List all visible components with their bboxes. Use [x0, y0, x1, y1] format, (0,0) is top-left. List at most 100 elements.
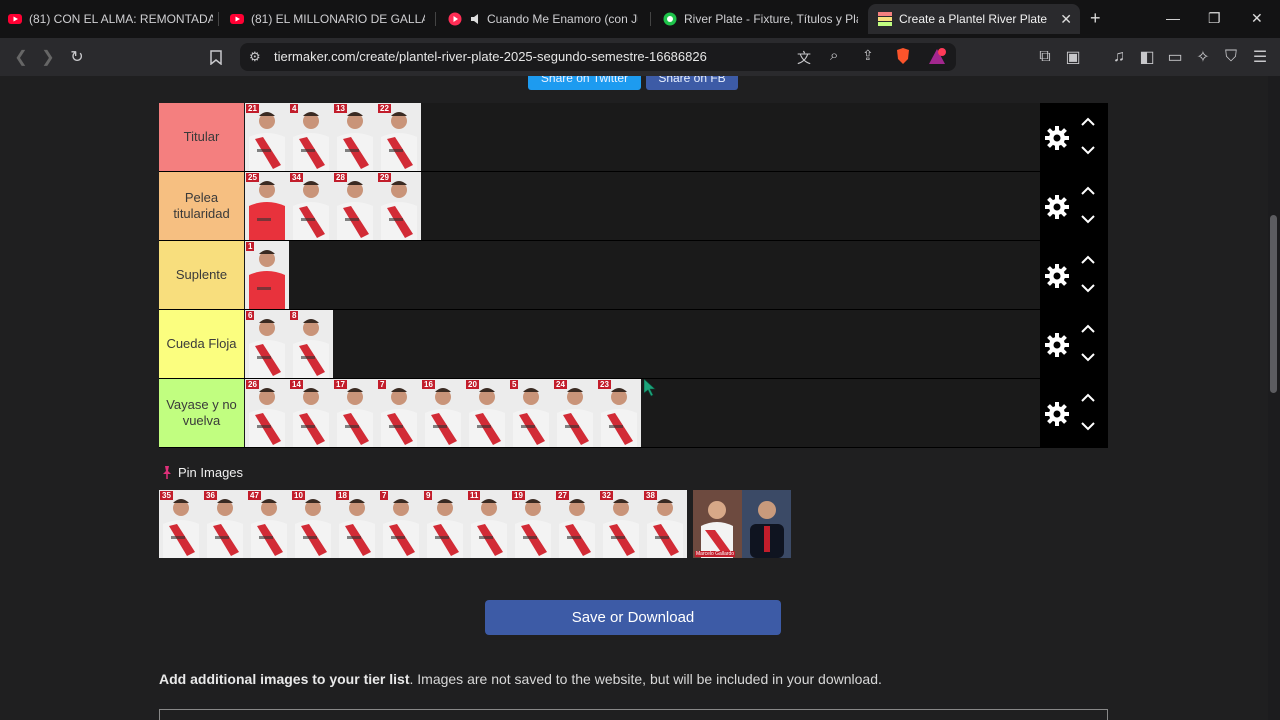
forward-icon[interactable]: ❯ [37, 46, 59, 68]
move-up-icon[interactable] [1080, 186, 1096, 196]
menu-icon[interactable]: ☰ [1249, 46, 1271, 68]
player-card[interactable]: 18 [335, 490, 379, 558]
player-card[interactable]: 1 [245, 241, 289, 309]
move-down-icon[interactable] [1080, 352, 1096, 362]
speaker-icon[interactable] [469, 12, 483, 26]
player-card[interactable]: 38 [643, 490, 687, 558]
move-down-icon[interactable] [1080, 283, 1096, 293]
scrollbar-track[interactable] [1268, 76, 1280, 720]
tier-label[interactable]: Titular [159, 103, 244, 171]
player-card[interactable]: 23 [597, 379, 641, 447]
player-card[interactable]: 7 [377, 379, 421, 447]
save-download-button[interactable]: Save or Download [485, 600, 781, 635]
player-card[interactable]: 7 [379, 490, 423, 558]
player-card[interactable]: 27 [555, 490, 599, 558]
player-number: 19 [512, 491, 525, 500]
player-card[interactable]: 13 [333, 103, 377, 171]
restore-icon[interactable]: ❐ [1208, 10, 1221, 27]
address-bar[interactable]: ⚙ tiermaker.com/create/plantel-river-pla… [240, 43, 956, 71]
tab-river-plate[interactable]: River Plate - Fixture, Títulos y Plan [663, 4, 858, 34]
gear-icon[interactable] [1044, 401, 1070, 427]
player-card[interactable]: 8 [289, 310, 333, 378]
new-tab-button[interactable]: + [1090, 8, 1101, 29]
tier-row: Cueda Floja 6 8 [159, 310, 1108, 379]
player-card[interactable]: 6 [245, 310, 289, 378]
scrollbar-thumb[interactable] [1270, 215, 1277, 393]
brave-shield-icon[interactable] [895, 48, 911, 70]
player-card[interactable]: 29 [377, 172, 421, 240]
gear-icon[interactable] [1044, 263, 1070, 289]
player-card[interactable]: 10 [291, 490, 335, 558]
pin-images-label[interactable]: Pin Images [178, 465, 243, 480]
player-card[interactable]: 14 [289, 379, 333, 447]
player-card[interactable]: 11 [467, 490, 511, 558]
tier-row: Suplente 1 [159, 241, 1108, 310]
tier-label[interactable]: Vayase y no vuelva [159, 379, 244, 447]
player-card[interactable]: 17 [333, 379, 377, 447]
player-card[interactable]: 26 [245, 379, 289, 447]
pin-icon[interactable] [161, 465, 173, 484]
wallet-icon[interactable]: ▭ [1164, 46, 1186, 68]
translate-icon[interactable]: 文 [797, 48, 811, 68]
move-down-icon[interactable] [1080, 145, 1096, 155]
move-down-icon[interactable] [1080, 214, 1096, 224]
move-up-icon[interactable] [1080, 324, 1096, 334]
gear-icon[interactable] [1044, 332, 1070, 358]
globe-icon [663, 12, 677, 26]
player-card[interactable]: 35 [159, 490, 203, 558]
player-card[interactable]: 34 [289, 172, 333, 240]
player-card[interactable]: 28 [333, 172, 377, 240]
player-card[interactable]: 24 [553, 379, 597, 447]
tab-music[interactable]: Cuando Me Enamoro (con Jua [448, 4, 638, 34]
tab-tiermaker[interactable]: Create a Plantel River Plate 20 ✕ [868, 4, 1080, 34]
share-twitter-button[interactable]: Share on Twitter [528, 76, 641, 90]
player-card[interactable]: 21 [245, 103, 289, 171]
player-card[interactable]: 20 [465, 379, 509, 447]
move-down-icon[interactable] [1080, 421, 1096, 431]
ai-icon[interactable]: ✧ [1192, 46, 1214, 68]
share-facebook-button[interactable]: Share on FB [646, 76, 738, 90]
bookmark-icon[interactable] [205, 46, 227, 68]
back-icon[interactable]: ❮ [10, 46, 32, 68]
player-card[interactable]: 25 [245, 172, 289, 240]
leo-icon[interactable]: ▣ [1062, 46, 1084, 68]
player-card[interactable]: 47 [247, 490, 291, 558]
tier-label[interactable]: Suplente [159, 241, 244, 309]
tab-youtube-1[interactable]: (81) CON EL ALMA: REMONTADA [8, 4, 213, 34]
share-icon[interactable]: ⇪ [862, 47, 874, 64]
close-tab-icon[interactable]: ✕ [1060, 11, 1072, 28]
player-card[interactable]: 36 [203, 490, 247, 558]
player-number: 22 [378, 104, 391, 113]
player-card[interactable]: 5 [509, 379, 553, 447]
player-card[interactable]: 16 [421, 379, 465, 447]
player-card[interactable]: 4 [289, 103, 333, 171]
player-card[interactable]: 9 [423, 490, 467, 558]
extensions-icon[interactable]: ⧉ [1034, 46, 1056, 68]
upload-box[interactable] [159, 709, 1108, 720]
player-card[interactable]: 22 [377, 103, 421, 171]
player-card[interactable]: Marcelo Gallardo [693, 490, 742, 558]
sidebar-icon[interactable]: ◧ [1136, 46, 1158, 68]
move-up-icon[interactable] [1080, 255, 1096, 265]
tier-label[interactable]: Cueda Floja [159, 310, 244, 378]
tab-bar: (81) CON EL ALMA: REMONTADA (81) EL MILL… [0, 0, 1280, 38]
tab-youtube-2[interactable]: (81) EL MILLONARIO DE GALLARDO [230, 4, 425, 34]
vpn-icon[interactable]: ⛉ [1220, 46, 1242, 68]
reload-icon[interactable]: ↻ [66, 46, 88, 68]
gear-icon[interactable] [1044, 125, 1070, 151]
brave-rewards-icon[interactable] [928, 48, 946, 70]
player-card[interactable] [742, 490, 791, 558]
player-number: 26 [246, 380, 259, 389]
move-up-icon[interactable] [1080, 117, 1096, 127]
move-up-icon[interactable] [1080, 393, 1096, 403]
zoom-icon[interactable]: ⌕ [830, 47, 838, 64]
gear-icon[interactable] [1044, 194, 1070, 220]
close-window-icon[interactable]: ✕ [1251, 10, 1263, 27]
minimize-icon[interactable]: — [1166, 10, 1180, 26]
tier-label[interactable]: Pelea titularidad [159, 172, 244, 240]
player-number: 17 [334, 380, 347, 389]
player-card[interactable]: 32 [599, 490, 643, 558]
player-card[interactable]: 19 [511, 490, 555, 558]
media-icon[interactable]: ♫ [1108, 46, 1130, 68]
site-settings-icon[interactable]: ⚙ [249, 49, 261, 65]
